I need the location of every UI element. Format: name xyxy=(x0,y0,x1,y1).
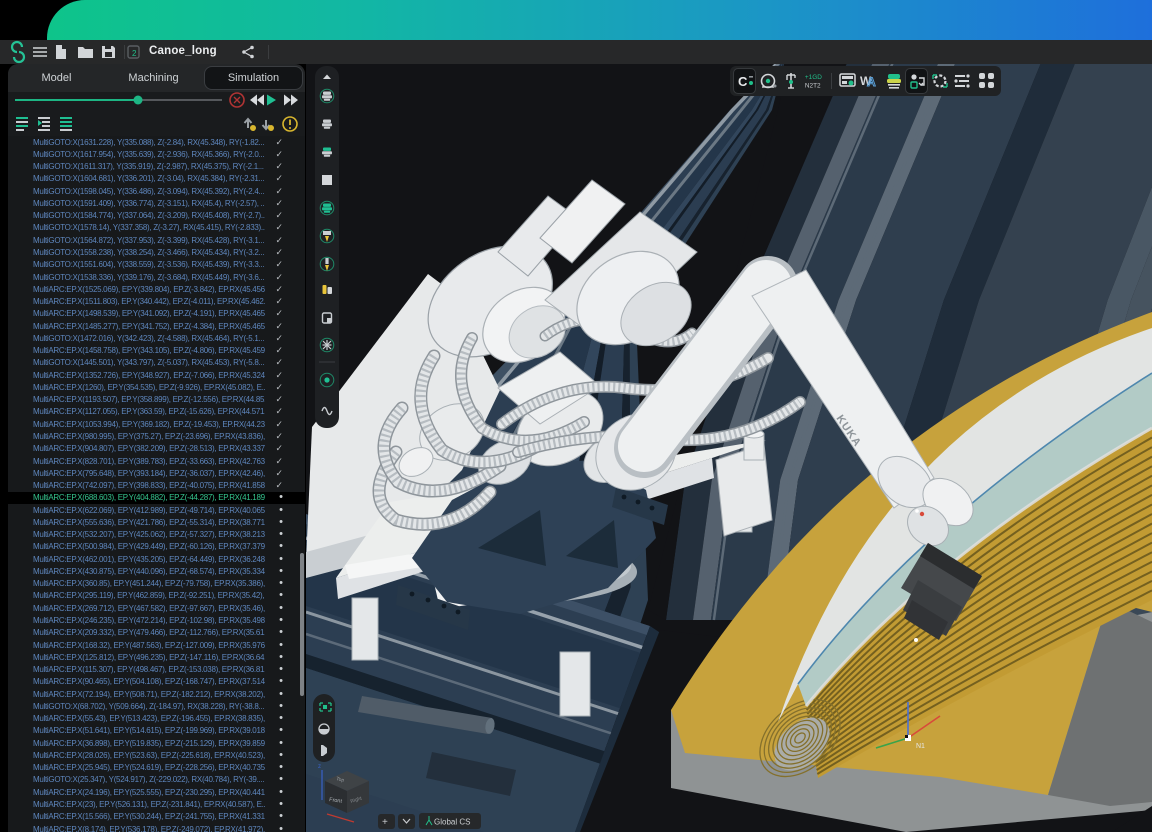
svg-text:A: A xyxy=(867,75,876,89)
svg-text:Global CS: Global CS xyxy=(434,818,470,827)
svg-text:N2T2: N2T2 xyxy=(805,82,821,89)
svg-text:2: 2 xyxy=(132,49,137,58)
svg-text:+: + xyxy=(382,817,388,828)
svg-text:N1: N1 xyxy=(916,743,925,750)
svg-text:+1GD: +1GD xyxy=(805,74,822,81)
svg-text:C: C xyxy=(738,74,748,89)
svg-text:z: z xyxy=(318,764,321,770)
